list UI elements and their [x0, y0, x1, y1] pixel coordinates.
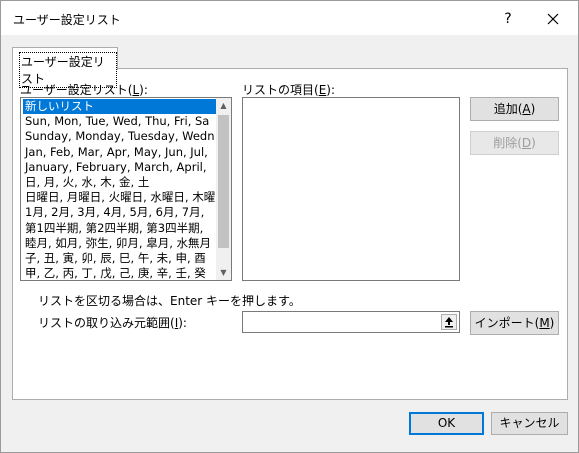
import-range-input[interactable]	[242, 311, 460, 333]
delete-button[interactable]: 削除(D)	[470, 131, 559, 155]
import-range-label: リストの取り込み元範囲(I):	[38, 316, 187, 330]
list-item[interactable]: 日曜日, 月曜日, 火曜日, 水曜日, 木曜	[23, 190, 216, 205]
list-entries-label: リストの項目(E):	[242, 83, 336, 97]
import-button[interactable]: インポート(M)	[470, 311, 559, 335]
custom-lists-dialog: ユーザー設定リスト ? ユーザー設定リスト ユーザー設定リスト(L): 新しいリ…	[0, 0, 579, 453]
title-bar: ユーザー設定リスト ?	[1, 1, 578, 35]
custom-lists-listbox[interactable]: 新しいリスト Sun, Mon, Tue, Wed, Thu, Fri, Sa Su…	[20, 97, 232, 281]
range-collapse-icon[interactable]	[441, 314, 457, 330]
cancel-button[interactable]: キャンセル	[491, 412, 568, 435]
list-item[interactable]: 子, 丑, 寅, 卯, 辰, 巳, 午, 未, 申, 酉	[23, 251, 216, 266]
list-item[interactable]: Sun, Mon, Tue, Wed, Thu, Fri, Sa	[23, 114, 216, 129]
help-button[interactable]: ?	[496, 8, 520, 30]
close-button[interactable]	[541, 8, 565, 30]
tab-custom-lists[interactable]: ユーザー設定リスト	[12, 47, 118, 88]
dialog-title: ユーザー設定リスト	[13, 13, 121, 27]
ok-button[interactable]: OK	[409, 412, 484, 435]
list-item[interactable]: 第1四半期, 第2四半期, 第3四半期,	[23, 221, 216, 236]
scroll-down-icon[interactable]: ▼	[216, 265, 231, 280]
tab-label: ユーザー設定リスト	[19, 52, 117, 88]
close-icon	[547, 13, 559, 25]
scrollbar-thumb[interactable]	[218, 115, 229, 248]
list-item[interactable]: 睦月, 如月, 弥生, 卯月, 皐月, 水無月	[23, 236, 216, 251]
custom-lists-items: 新しいリスト Sun, Mon, Tue, Wed, Thu, Fri, Sa Su…	[23, 99, 216, 280]
list-item[interactable]: 日, 月, 火, 水, 木, 金, 土	[23, 175, 216, 190]
listbox-scrollbar[interactable]: ▲ ▼	[216, 98, 231, 280]
list-item[interactable]: 甲, 乙, 丙, 丁, 戊, 己, 庚, 辛, 壬, 癸	[23, 266, 216, 280]
scroll-up-icon[interactable]: ▲	[216, 98, 231, 113]
list-entries-textbox[interactable]	[242, 97, 460, 281]
add-button[interactable]: 追加(A)	[470, 97, 559, 121]
list-item[interactable]: Sunday, Monday, Tuesday, Wedn	[23, 129, 216, 144]
list-item[interactable]: January, February, March, April,	[23, 160, 216, 175]
list-item[interactable]: 新しいリスト	[23, 99, 216, 115]
list-item[interactable]: 1月, 2月, 3月, 4月, 5月, 6月, 7月,	[23, 205, 216, 220]
separator-hint: リストを区切る場合は、Enter キーを押します。	[38, 294, 301, 308]
list-item[interactable]: Jan, Feb, Mar, Apr, May, Jun, Jul,	[23, 145, 216, 160]
